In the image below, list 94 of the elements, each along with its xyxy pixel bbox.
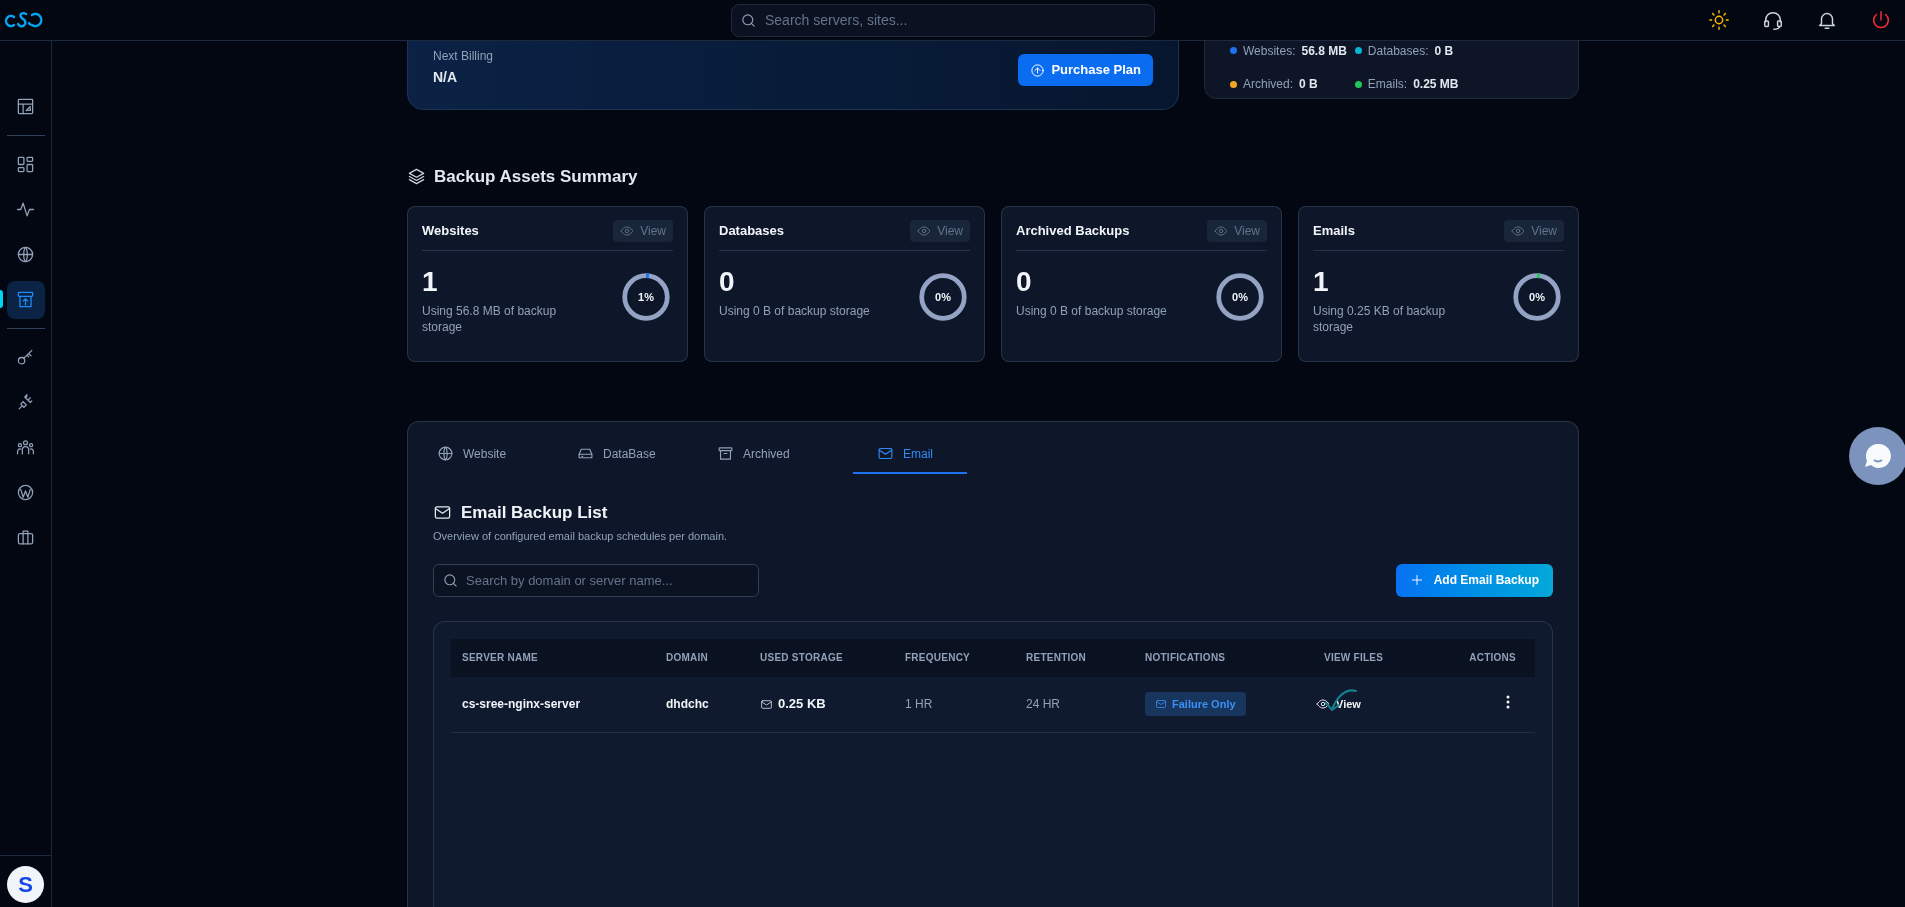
view-button[interactable]: View — [1207, 219, 1267, 242]
column-header: VIEW FILES — [1324, 652, 1384, 663]
column-header: RETENTION — [1026, 652, 1087, 663]
support-button[interactable] — [1762, 9, 1784, 31]
list-search-field[interactable]: Search by domain or server name... — [433, 563, 759, 597]
add-email-backup-button[interactable]: Add Email Backup — [1395, 563, 1553, 597]
tab[interactable]: Archived — [713, 435, 827, 474]
server-name: cs-sree-nginx-server — [462, 697, 581, 711]
column-header: SERVER NAME — [462, 652, 538, 663]
key-icon — [16, 348, 35, 367]
globe-icon — [437, 445, 454, 462]
usage-percent: 0% — [1529, 290, 1545, 303]
sidebar-item[interactable] — [6, 280, 45, 319]
domain-text: dhdchc — [666, 697, 709, 711]
card-caption: Using 0 B of backup storage — [719, 302, 871, 319]
layers-icon — [407, 167, 426, 187]
arrow-up-circle-icon — [1030, 62, 1046, 78]
legend-label: Emails: — [1367, 76, 1408, 94]
theme-toggle[interactable] — [1708, 9, 1730, 31]
usage-percent: 0% — [1232, 290, 1248, 303]
logout-button[interactable] — [1870, 9, 1892, 31]
legend-value: 0.25 MB — [1413, 76, 1459, 94]
card-title: Emails — [1313, 221, 1355, 240]
retention-text: 24 HR — [1026, 697, 1060, 711]
card-caption: Using 56.8 MB of backup storage — [422, 302, 558, 335]
column-header: NOTIFICATIONS — [1145, 652, 1226, 663]
card-caption: Using 0 B of backup storage — [1016, 302, 1168, 319]
power-icon — [1870, 9, 1892, 31]
usage-ring — [917, 270, 969, 323]
usage-ring — [1214, 270, 1266, 323]
legend-label: Websites: — [1243, 42, 1296, 60]
list-title: Email Backup List — [461, 501, 608, 524]
used-storage: 0.25 KB — [778, 695, 826, 714]
archive-icon — [717, 445, 734, 462]
tab[interactable]: DataBase — [573, 435, 687, 474]
mail-icon — [1155, 698, 1167, 710]
eye-icon — [620, 223, 635, 238]
activity-icon — [16, 200, 35, 219]
usage-ring — [1511, 270, 1563, 323]
purchase-plan-button[interactable]: Purchase Plan — [1018, 54, 1153, 86]
search-field[interactable]: Search servers, sites... — [731, 3, 1155, 37]
chat-bubble-icon — [1863, 441, 1893, 471]
grid-icon — [16, 155, 35, 174]
tab[interactable]: Email — [853, 435, 967, 474]
section-title: Backup Assets Summary — [434, 166, 638, 188]
eye-icon — [1511, 223, 1526, 238]
card-count: 0 — [1016, 266, 1033, 297]
frequency-text: 1 HR — [905, 697, 933, 711]
usage-ring — [620, 270, 672, 323]
eye-icon — [1316, 697, 1330, 711]
legend-value: 56.8 MB — [1301, 42, 1347, 60]
chat-button[interactable] — [1849, 427, 1905, 485]
eye-icon — [1214, 223, 1229, 238]
mail-icon — [760, 697, 773, 711]
card-title: Websites — [422, 221, 479, 240]
card-count: 0 — [719, 266, 736, 297]
legend-label: Databases: — [1367, 42, 1429, 60]
column-header: ACTIONS — [1469, 652, 1516, 663]
usage-percent: 0% — [935, 290, 951, 303]
dashboard-icon — [16, 97, 35, 116]
column-header: FREQUENCY — [905, 652, 971, 663]
mail-icon — [877, 445, 894, 462]
column-header: USED STORAGE — [760, 652, 843, 663]
tab[interactable]: Website — [433, 435, 547, 474]
card-count: 1 — [422, 266, 439, 297]
view-button[interactable]: View — [910, 219, 970, 242]
usage-percent: 1% — [638, 290, 654, 303]
legend-value: 0 B — [1434, 42, 1454, 60]
circle-logo-icon — [16, 483, 35, 502]
plus-icon — [1409, 573, 1424, 587]
view-button[interactable]: View — [1504, 219, 1564, 242]
eye-icon — [917, 223, 932, 238]
user-avatar[interactable]: S — [7, 866, 44, 903]
legend-label: Archived: — [1243, 76, 1294, 94]
billing-value: N/A — [433, 68, 459, 87]
view-files-link[interactable]: View — [1316, 695, 1361, 713]
briefcase-icon — [16, 528, 35, 547]
archive-upload-icon — [16, 290, 35, 309]
users-icon — [16, 438, 35, 457]
card-title: Archived Backups — [1016, 221, 1130, 240]
billing-label: Next Billing — [433, 48, 494, 65]
view-button[interactable]: View — [613, 219, 673, 242]
notification-badge: Failure Only — [1145, 692, 1246, 716]
list-subtitle: Overview of configured email backup schedules per domain. — [433, 529, 729, 544]
plug-icon — [16, 393, 35, 412]
card-title: Databases — [719, 221, 785, 240]
globe-icon — [16, 245, 35, 264]
headset-icon — [1762, 9, 1784, 31]
legend-value: 0 B — [1299, 76, 1318, 94]
column-header: DOMAIN — [666, 652, 709, 663]
card-count: 1 — [1313, 266, 1330, 297]
active-indicator — [0, 290, 3, 308]
card-caption: Using 0.25 KB of backup storage — [1313, 302, 1447, 335]
sun-icon — [1708, 9, 1730, 31]
